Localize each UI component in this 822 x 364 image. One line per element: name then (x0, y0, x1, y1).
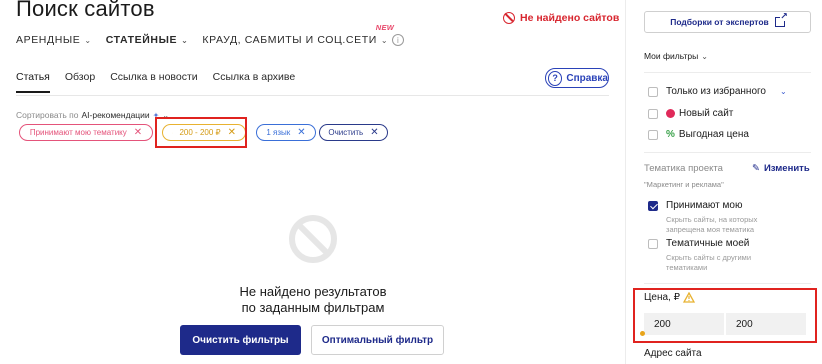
new-site-label: Новый сайт (679, 108, 734, 119)
theme-edit-label: Изменить (763, 163, 810, 174)
new-site-checkbox[interactable] (648, 108, 658, 119)
good-price-wrap: % Выгодная цена (666, 129, 749, 140)
similar-theme-filter[interactable]: Тематичные моей (648, 238, 749, 249)
chevron-down-icon[interactable]: ⌄ (780, 87, 787, 96)
empty-message: Не найдено результатов по заданным фильт… (176, 284, 450, 316)
similar-theme-checkbox[interactable] (648, 238, 658, 249)
chevron-down-icon: ⌄ (84, 35, 92, 45)
theme-edit-button[interactable]: ✎ Изменить (752, 163, 810, 174)
new-badge: NEW (375, 23, 395, 32)
good-price-checkbox[interactable] (648, 129, 658, 140)
page-title: Поиск сайтов (16, 0, 155, 21)
close-icon[interactable]: ✕ (134, 127, 142, 138)
percent-icon: % (666, 129, 675, 140)
tab-review[interactable]: Обзор (65, 71, 95, 93)
help-label: Справка (566, 72, 608, 84)
chip-clear-label: Очистить (328, 128, 364, 137)
my-filters-dropdown[interactable]: Мои фильтры ⌄ (644, 51, 708, 61)
expert-collections-button[interactable]: Подборки от экспертов (644, 11, 811, 33)
good-price-filter[interactable]: % Выгодная цена (648, 129, 749, 140)
similar-theme-hint: Скрыть сайты с другими тематиками (666, 253, 752, 272)
favorites-filter[interactable]: Только из избранного ⌄ (648, 86, 787, 97)
tab-article[interactable]: Статья (16, 71, 50, 93)
optimal-filter-button[interactable]: Оптимальный фильтр (311, 325, 444, 355)
help-button[interactable]: ? Справка (545, 68, 609, 88)
accept-theme-checkbox[interactable] (648, 200, 658, 211)
good-price-label: Выгодная цена (678, 129, 749, 140)
empty-line-1: Не найдено результатов (239, 284, 387, 299)
divider (644, 283, 811, 284)
accept-theme-hint: Скрыть сайты, на которых запрещена моя т… (666, 215, 758, 234)
theme-value: "Маркетинг и реклама" (644, 180, 724, 189)
category-crowd[interactable]: NEW КРАУД, САБМИТЫ И СОЦ.СЕТИ ⌄ i (202, 23, 405, 46)
clear-filters-button[interactable]: Очистить фильтры (180, 325, 301, 355)
category-nav: АРЕНДНЫЕ ⌄ СТАТЕЙНЫЕ ⌄ NEW КРАУД, САБМИТ… (16, 23, 405, 46)
chevron-down-icon: ⌄ (181, 35, 189, 45)
new-site-wrap: Новый сайт (666, 108, 733, 119)
chip-theme-label: Принимают мою тематику (29, 128, 127, 137)
my-filters-label: Мои фильтры (644, 51, 699, 61)
theme-title: Тематика проекта (644, 163, 723, 174)
chip-language-label: 1 язык (266, 128, 291, 137)
empty-ban-icon (289, 215, 337, 263)
main-panel: Поиск сайтов Не найдено сайтов АРЕНДНЫЕ … (0, 0, 625, 364)
category-crowd-label: КРАУД, САБМИТЫ И СОЦ.СЕТИ (202, 34, 377, 46)
sort-value: AI-рекомендации (81, 110, 150, 120)
sort-control[interactable]: Сортировать по AI-рекомендации ✦ ⌄ (16, 110, 169, 120)
chevron-down-icon: ⌄ (380, 35, 389, 45)
chip-theme[interactable]: Принимают мою тематику ✕ (19, 124, 153, 141)
chevron-down-icon: ⌄ (701, 51, 708, 61)
not-found-status: Не найдено сайтов (503, 12, 619, 24)
divider (644, 152, 811, 153)
external-link-icon (774, 12, 788, 27)
favorites-label: Только из избранного (666, 86, 766, 97)
tab-news-link[interactable]: Ссылка в новости (110, 71, 197, 93)
category-articles[interactable]: СТАТЕЙНЫЕ ⌄ (106, 34, 189, 46)
category-articles-label: СТАТЕЙНЫЕ (105, 34, 178, 46)
highlight-box (633, 288, 817, 343)
divider (644, 72, 811, 73)
close-icon[interactable]: ✕ (297, 127, 305, 138)
empty-line-2: по заданным фильтрам (241, 300, 385, 315)
sort-prefix: Сортировать по (16, 110, 79, 120)
accept-theme-label: Принимают мою (666, 200, 743, 211)
tabs: Статья Обзор Ссылка в новости Ссылка в а… (16, 71, 295, 93)
chip-clear[interactable]: Очистить ✕ (319, 124, 388, 141)
close-icon[interactable]: ✕ (370, 127, 378, 138)
similar-theme-label: Тематичные моей (666, 238, 750, 249)
tabs-divider (16, 95, 609, 96)
favorites-checkbox[interactable] (648, 86, 658, 97)
chip-language[interactable]: 1 язык ✕ (256, 124, 316, 141)
info-icon[interactable]: i (392, 34, 405, 46)
not-found-text: Не найдено сайтов (520, 12, 620, 24)
accept-theme-filter[interactable]: Принимают мою (648, 200, 742, 211)
category-rental[interactable]: АРЕНДНЫЕ ⌄ (16, 34, 92, 46)
address-title: Адрес сайта (644, 348, 702, 359)
expert-collections-label: Подборки от экспертов (670, 17, 769, 27)
tab-archive-link[interactable]: Ссылка в архиве (213, 71, 296, 93)
new-site-filter[interactable]: Новый сайт (648, 108, 733, 119)
highlight-box (155, 117, 247, 148)
new-site-icon (666, 109, 675, 118)
ban-icon (503, 12, 515, 24)
question-icon: ? (548, 70, 563, 86)
category-rental-label: АРЕНДНЫЕ (16, 34, 81, 46)
pencil-icon: ✎ (752, 163, 760, 174)
